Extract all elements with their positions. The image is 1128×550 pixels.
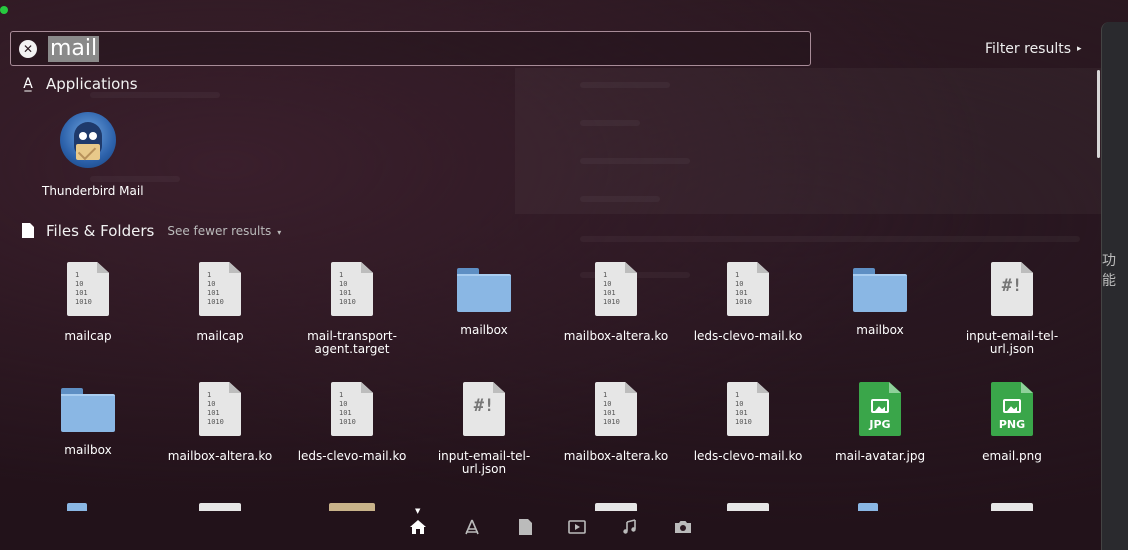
binary-file-icon: 1 10 101 1010: [331, 262, 373, 316]
binary-glyph: 1 10 101 1010: [735, 391, 752, 426]
results-scrollbar[interactable]: [1097, 70, 1100, 158]
binary-file-icon: 1 10 101 1010: [727, 262, 769, 316]
file-extension-label: JPG: [869, 418, 891, 431]
folder-icon: [61, 388, 115, 436]
binary-file-icon: 1 10 101 1010: [199, 382, 241, 436]
folder-icon: [853, 268, 907, 316]
file-result[interactable]: 1 10 101 1010 leds-clevo-mail.ko: [683, 262, 813, 343]
script-glyph: #!: [473, 396, 495, 416]
file-result-label: leds-clevo-mail.ko: [693, 449, 803, 463]
file-extension-label: PNG: [998, 418, 1026, 431]
files-folders-heading-label: Files & Folders: [46, 222, 155, 240]
script-glyph: #!: [1001, 276, 1023, 296]
file-result-label: mailcap: [64, 329, 112, 343]
binary-glyph: 1 10 101 1010: [207, 391, 224, 426]
file-result[interactable]: 1 10 101 1010 mailcap: [23, 262, 153, 343]
files-icon[interactable]: [514, 519, 536, 541]
file-result-label: mailbox-altera.ko: [563, 449, 669, 463]
image-file-icon: JPG: [859, 382, 901, 436]
file-result[interactable]: PNG email.png: [947, 382, 1077, 463]
file-result[interactable]: #! input-email-tel-url.json: [947, 262, 1077, 356]
background-decoration: [580, 196, 660, 202]
file-result-label: email.png: [982, 449, 1042, 463]
background-decoration: [580, 120, 640, 126]
files-folders-heading: Files & Folders See fewer results ▾: [20, 222, 281, 240]
lens-bar: ▼: [0, 507, 1100, 550]
filter-results-button[interactable]: Filter results ▸: [985, 41, 1082, 57]
applications-icon[interactable]: [461, 519, 483, 541]
file-result-label: mailbox-altera.ko: [563, 329, 669, 343]
file-result-label: mail-avatar.jpg: [834, 449, 926, 463]
binary-glyph: 1 10 101 1010: [603, 271, 620, 306]
file-icon: [20, 223, 36, 239]
file-result[interactable]: #! input-email-tel-url.json: [419, 382, 549, 476]
file-result-label: mailbox: [64, 443, 112, 457]
file-result-label: mail-transport-agent.target: [307, 329, 397, 356]
file-result[interactable]: 1 10 101 1010 mailbox-altera.ko: [551, 382, 681, 463]
script-file-icon: #!: [991, 262, 1033, 316]
see-fewer-results-label: See fewer results: [167, 224, 272, 238]
binary-file-icon: 1 10 101 1010: [595, 262, 637, 316]
script-file-icon: #!: [463, 382, 505, 436]
file-result-label: mailbox-altera.ko: [167, 449, 273, 463]
applications-heading-label: Applications: [46, 75, 138, 93]
file-result-label: input-email-tel-url.json: [965, 329, 1059, 356]
file-result[interactable]: 1 10 101 1010 mailbox-altera.ko: [551, 262, 681, 343]
binary-glyph: 1 10 101 1010: [603, 391, 620, 426]
background-decoration: [580, 236, 1080, 242]
photos-icon[interactable]: [672, 519, 694, 541]
binary-glyph: 1 10 101 1010: [207, 271, 224, 306]
binary-file-icon: 1 10 101 1010: [199, 262, 241, 316]
file-result-label: mailbox: [856, 323, 904, 337]
binary-file-icon: 1 10 101 1010: [595, 382, 637, 436]
active-lens-indicator: ▼: [415, 507, 421, 515]
file-result[interactable]: 1 10 101 1010 mailbox-altera.ko: [155, 382, 285, 463]
file-result[interactable]: mailbox: [815, 262, 945, 337]
applications-icon: A̲: [23, 76, 33, 92]
binary-file-icon: 1 10 101 1010: [331, 382, 373, 436]
filter-results-label: Filter results: [985, 41, 1072, 57]
background-window: [515, 68, 1101, 214]
background-decoration: [580, 158, 690, 164]
clear-search-icon[interactable]: ✕: [19, 40, 37, 58]
applications-heading: A̲ Applications: [20, 75, 138, 93]
file-result[interactable]: mailbox: [419, 262, 549, 337]
app-result-thunderbird[interactable]: Thunderbird Mail: [42, 112, 144, 198]
background-window-text: 功能: [1102, 253, 1116, 289]
file-result-label: mailbox: [460, 323, 508, 337]
binary-glyph: 1 10 101 1010: [735, 271, 752, 306]
file-result[interactable]: 1 10 101 1010 leds-clevo-mail.ko: [683, 382, 813, 463]
app-result-label: Thunderbird Mail: [42, 184, 144, 198]
file-result-label: leds-clevo-mail.ko: [693, 329, 803, 343]
search-bar: ✕ mail: [10, 31, 811, 66]
binary-file-icon: 1 10 101 1010: [727, 382, 769, 436]
window-indicator-dot: [0, 6, 8, 14]
file-result-label: leds-clevo-mail.ko: [297, 449, 407, 463]
image-file-icon: PNG: [991, 382, 1033, 436]
music-icon[interactable]: [619, 519, 641, 541]
caret-right-icon: ▸: [1077, 44, 1082, 54]
background-window-edge: 功能: [1101, 22, 1128, 550]
home-icon[interactable]: [407, 519, 429, 541]
background-decoration: [580, 82, 670, 88]
file-result-label: mailcap: [196, 329, 244, 343]
binary-file-icon: 1 10 101 1010: [67, 262, 109, 316]
file-result[interactable]: 1 10 101 1010 mailcap: [155, 262, 285, 343]
file-result[interactable]: mailbox: [23, 382, 153, 457]
file-result[interactable]: 1 10 101 1010 leds-clevo-mail.ko: [287, 382, 417, 463]
see-fewer-results-button[interactable]: See fewer results ▾: [167, 224, 281, 238]
search-input[interactable]: mail: [48, 36, 100, 62]
folder-icon: [457, 268, 511, 316]
binary-glyph: 1 10 101 1010: [339, 271, 356, 306]
file-result[interactable]: JPG mail-avatar.jpg: [815, 382, 945, 463]
file-result[interactable]: 1 10 101 1010 mail-transport-agent.target: [287, 262, 417, 356]
file-result-label: input-email-tel-url.json: [437, 449, 531, 476]
caret-down-icon: ▾: [277, 228, 282, 237]
binary-glyph: 1 10 101 1010: [75, 271, 92, 306]
binary-glyph: 1 10 101 1010: [339, 391, 356, 426]
videos-icon[interactable]: [566, 519, 588, 541]
thunderbird-icon: [60, 112, 116, 168]
